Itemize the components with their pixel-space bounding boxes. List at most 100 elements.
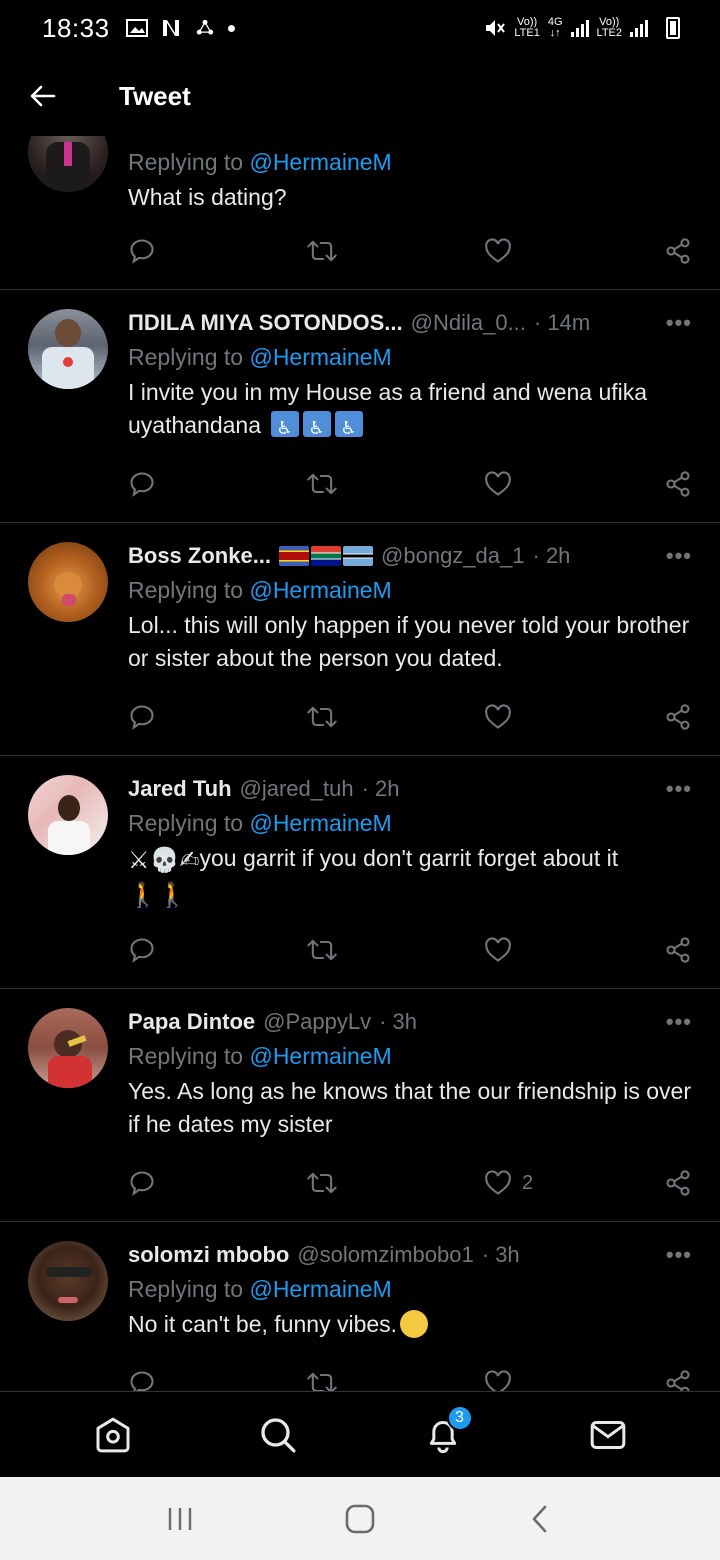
retweet-button[interactable]	[306, 1369, 484, 1391]
timestamp: · 3h	[379, 1009, 418, 1034]
heart-icon	[485, 471, 511, 496]
reply-button[interactable]	[128, 237, 306, 265]
chevron-left-icon	[532, 1505, 547, 1532]
sim1-label: LTE1	[514, 27, 540, 39]
like-button[interactable]	[484, 937, 662, 963]
mention-link[interactable]: @HermaineM	[249, 149, 391, 175]
share-button[interactable]	[664, 936, 692, 964]
tweet-item[interactable]: ΠDILA MIYA SOTONDOS... @Ndila_0... · 14m…	[0, 290, 720, 523]
more-options-icon[interactable]: •••	[666, 543, 692, 569]
reply-button[interactable]	[128, 1169, 306, 1197]
flag-emojis	[279, 546, 374, 566]
user-handle[interactable]: @solomzimbobo1	[297, 1242, 473, 1268]
tweet-text: Yes. As long as he knows that the our fr…	[128, 1078, 691, 1137]
share-button[interactable]	[664, 470, 692, 498]
nav-home-button[interactable]	[83, 1405, 143, 1465]
more-options-icon[interactable]: •••	[666, 1242, 692, 1268]
like-button[interactable]	[484, 704, 662, 730]
replying-label: Replying to	[128, 344, 244, 370]
more-options-icon[interactable]: •••	[666, 310, 692, 336]
home-icon	[96, 1417, 129, 1452]
tweet-item[interactable]: Papa Dintoe @PappyLv · 3h ••• Replying t…	[0, 989, 720, 1222]
retweet-button[interactable]	[306, 936, 484, 964]
home-system-button[interactable]	[330, 1489, 390, 1549]
display-name[interactable]: Boss Zonke...	[128, 543, 271, 569]
sim2-indicator: Vo)) LTE2	[597, 17, 622, 39]
share-button[interactable]	[664, 703, 692, 731]
display-name[interactable]: Jared Tuh	[128, 776, 232, 802]
nav-search-button[interactable]	[248, 1405, 308, 1465]
sim1-indicator: Vo)) LTE1	[514, 17, 539, 39]
user-handle[interactable]: @bongz_da_1	[381, 543, 524, 569]
recent-apps-button[interactable]	[150, 1489, 210, 1549]
user-handle[interactable]: @PappyLv	[263, 1009, 371, 1035]
reply-button[interactable]	[128, 703, 306, 731]
retweet-button[interactable]	[306, 703, 484, 731]
retweet-button[interactable]	[306, 237, 484, 265]
reply-icon	[130, 1171, 154, 1196]
display-name[interactable]: Papa Dintoe	[128, 1009, 255, 1035]
share-icon	[666, 471, 690, 497]
more-options-icon[interactable]: •••	[666, 776, 692, 802]
avatar[interactable]	[28, 136, 108, 192]
battery-icon	[666, 17, 680, 39]
avatar[interactable]	[28, 309, 108, 389]
woozy-face-emoji-icon	[400, 1310, 429, 1338]
tweet-item[interactable]: Boss Zonke... @bongz_da_1 · 2h ••• Reply…	[0, 523, 720, 756]
nav-messages-button[interactable]	[578, 1405, 638, 1465]
share-button[interactable]	[664, 1169, 692, 1197]
timestamp: · 2h	[532, 543, 571, 568]
botswana-flag-icon	[343, 546, 374, 566]
display-name[interactable]: solomzi mbobo	[128, 1242, 289, 1268]
top-app-bar: Tweet	[0, 56, 720, 136]
data-arrows-icon: ↓↑	[549, 27, 561, 39]
nav-notifications-button[interactable]: 3	[413, 1404, 473, 1465]
replying-label: Replying to	[128, 149, 244, 175]
mention-link[interactable]: @HermaineM	[249, 1043, 391, 1069]
like-button[interactable]: 2	[484, 1170, 662, 1196]
like-button[interactable]	[484, 1370, 662, 1391]
retweet-button[interactable]	[306, 1169, 484, 1197]
mention-link[interactable]: @HermaineM	[249, 810, 391, 836]
mention-link[interactable]: @HermaineM	[249, 1276, 391, 1302]
replying-to: Replying to @HermaineM	[128, 149, 692, 176]
wheelchair-emoji-icon	[335, 411, 364, 445]
share-icon	[666, 937, 690, 963]
dot-indicator	[227, 24, 235, 32]
reply-button[interactable]	[128, 936, 306, 964]
retweet-button[interactable]	[306, 470, 484, 498]
avatar[interactable]	[28, 775, 108, 855]
reply-icon	[130, 938, 154, 963]
more-options-icon[interactable]: •••	[666, 1009, 692, 1035]
user-handle[interactable]: @Ndila_0...	[411, 310, 526, 336]
timestamp: · 3h	[481, 1242, 520, 1267]
mention-link[interactable]: @HermaineM	[249, 577, 391, 603]
status-time: 18:33	[42, 12, 110, 43]
like-button[interactable]	[484, 238, 662, 264]
heart-icon	[485, 704, 511, 729]
wheelchair-emoji-icon	[271, 411, 300, 445]
like-button[interactable]	[484, 471, 662, 497]
share-icon	[666, 1170, 690, 1196]
tweet-meta: solomzi mbobo @solomzimbobo1 · 3h •••	[128, 1240, 692, 1270]
mention-link[interactable]: @HermaineM	[249, 344, 391, 370]
tweet-item[interactable]: Jared Tuh @jared_tuh · 2h ••• Replying t…	[0, 756, 720, 989]
avatar[interactable]	[28, 1241, 108, 1321]
back-button[interactable]	[0, 56, 86, 136]
user-handle[interactable]: @jared_tuh	[240, 776, 354, 802]
tweet-actions	[128, 935, 692, 965]
tweet-item[interactable]: solomzi mbobo @solomzimbobo1 · 3h ••• Re…	[0, 1222, 720, 1391]
share-button[interactable]	[664, 237, 692, 265]
arrow-left-icon	[30, 85, 56, 107]
display-name[interactable]: ΠDILA MIYA SOTONDOS...	[128, 310, 403, 336]
reply-feed[interactable]: Replying to @HermaineM What is dating? Π…	[0, 136, 720, 1391]
share-button[interactable]	[664, 1369, 692, 1391]
tweet-item[interactable]: Replying to @HermaineM What is dating?	[0, 136, 720, 290]
avatar[interactable]	[28, 542, 108, 622]
reply-button[interactable]	[128, 470, 306, 498]
back-system-button[interactable]	[510, 1489, 570, 1549]
tweet-content: solomzi mbobo @solomzimbobo1 · 3h ••• Re…	[128, 1240, 692, 1341]
reply-button[interactable]	[128, 1369, 306, 1391]
avatar[interactable]	[28, 1008, 108, 1088]
share-icon	[666, 238, 690, 264]
